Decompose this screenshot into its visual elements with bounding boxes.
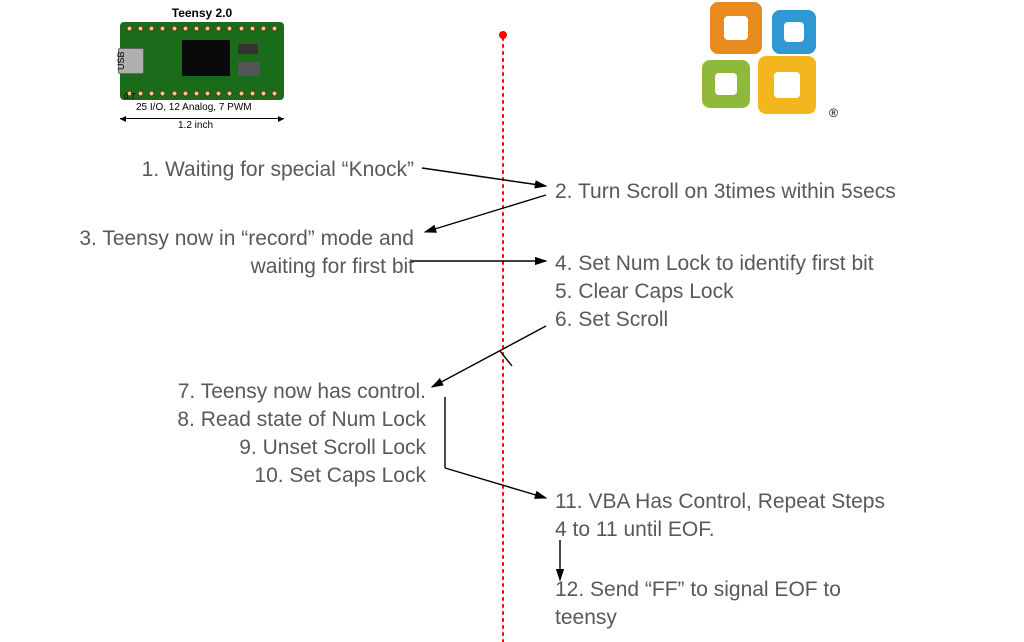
teensy-pin-hole — [238, 90, 245, 97]
teensy-pin-hole — [215, 25, 222, 32]
teensy-pin-hole — [171, 25, 178, 32]
teensy-pin-hole — [126, 25, 133, 32]
office-square-yellow — [758, 56, 816, 114]
teensy-pin-hole — [193, 90, 200, 97]
teensy-title: Teensy 2.0 — [120, 6, 284, 20]
teensy-pin-hole — [137, 90, 144, 97]
teensy-pin-hole — [215, 90, 222, 97]
teensy-pin-hole — [204, 25, 211, 32]
step-11-line2: 4 to 11 until EOF. — [555, 516, 715, 544]
step-12-line1: 12. Send “FF” to signal EOF to — [555, 576, 841, 604]
step-4: 4. Set Num Lock to identify first bit — [555, 250, 874, 278]
teensy-pin-hole — [238, 25, 245, 32]
step-12-line2: teensy — [555, 604, 617, 632]
teensy-pin-hole — [249, 25, 256, 32]
teensy-pin-hole — [193, 25, 200, 32]
step-2: 2. Turn Scroll on 3times within 5secs — [555, 178, 896, 206]
teensy-pin-hole — [182, 25, 189, 32]
teensy-dim-label: 1.2 inch — [178, 120, 213, 131]
teensy-pin-hole — [148, 25, 155, 32]
teensy-pin-hole — [271, 25, 278, 32]
teensy-component — [238, 62, 260, 76]
office-square-orange — [710, 2, 762, 54]
step-3-line2: waiting for first bit — [26, 253, 414, 281]
teensy-dimension-arrow — [120, 118, 284, 119]
teensy-pin-hole — [159, 90, 166, 97]
step-11-line1: 11. VBA Has Control, Repeat Steps — [555, 488, 885, 516]
teensy-pin-hole — [137, 25, 144, 32]
teensy-pin-hole — [249, 90, 256, 97]
teensy-mcu-chip — [182, 40, 230, 76]
teensy-pin-hole — [148, 90, 155, 97]
teensy-pin-hole — [159, 25, 166, 32]
teensy-pin-hole — [171, 90, 178, 97]
teensy-board-graphic — [120, 22, 284, 100]
diagram-stage: Teensy 2.0 USB 25 I/O, 12 Analog, 7 PWM … — [0, 0, 1024, 642]
office-logo: ® — [700, 2, 830, 122]
step-6: 6. Set Scroll — [555, 306, 668, 334]
registered-symbol: ® — [829, 106, 838, 120]
step-7: 7. Teensy now has control. — [126, 378, 426, 406]
teensy-height-label: 0.7 — [124, 92, 135, 101]
teensy-pin-hole — [271, 90, 278, 97]
teensy-io-caption: 25 I/O, 12 Analog, 7 PWM — [136, 102, 252, 113]
step-3-line1: 3. Teensy now in “record” mode and — [26, 225, 414, 253]
teensy-usb-label: USB — [116, 51, 126, 70]
step-10: 10. Set Caps Lock — [126, 462, 426, 490]
office-square-blue — [772, 10, 816, 54]
teensy-pin-hole — [204, 90, 211, 97]
step-9: 9. Unset Scroll Lock — [126, 434, 426, 462]
teensy-pin-hole — [260, 25, 267, 32]
step-1: 1. Waiting for special “Knock” — [100, 156, 414, 184]
teensy-pin-hole — [226, 90, 233, 97]
step-8: 8. Read state of Num Lock — [126, 406, 426, 434]
step-5: 5. Clear Caps Lock — [555, 278, 734, 306]
office-square-green — [702, 60, 750, 108]
teensy-pin-hole — [260, 90, 267, 97]
teensy-component — [238, 44, 258, 54]
teensy-pin-hole — [226, 25, 233, 32]
teensy-pin-hole — [182, 90, 189, 97]
